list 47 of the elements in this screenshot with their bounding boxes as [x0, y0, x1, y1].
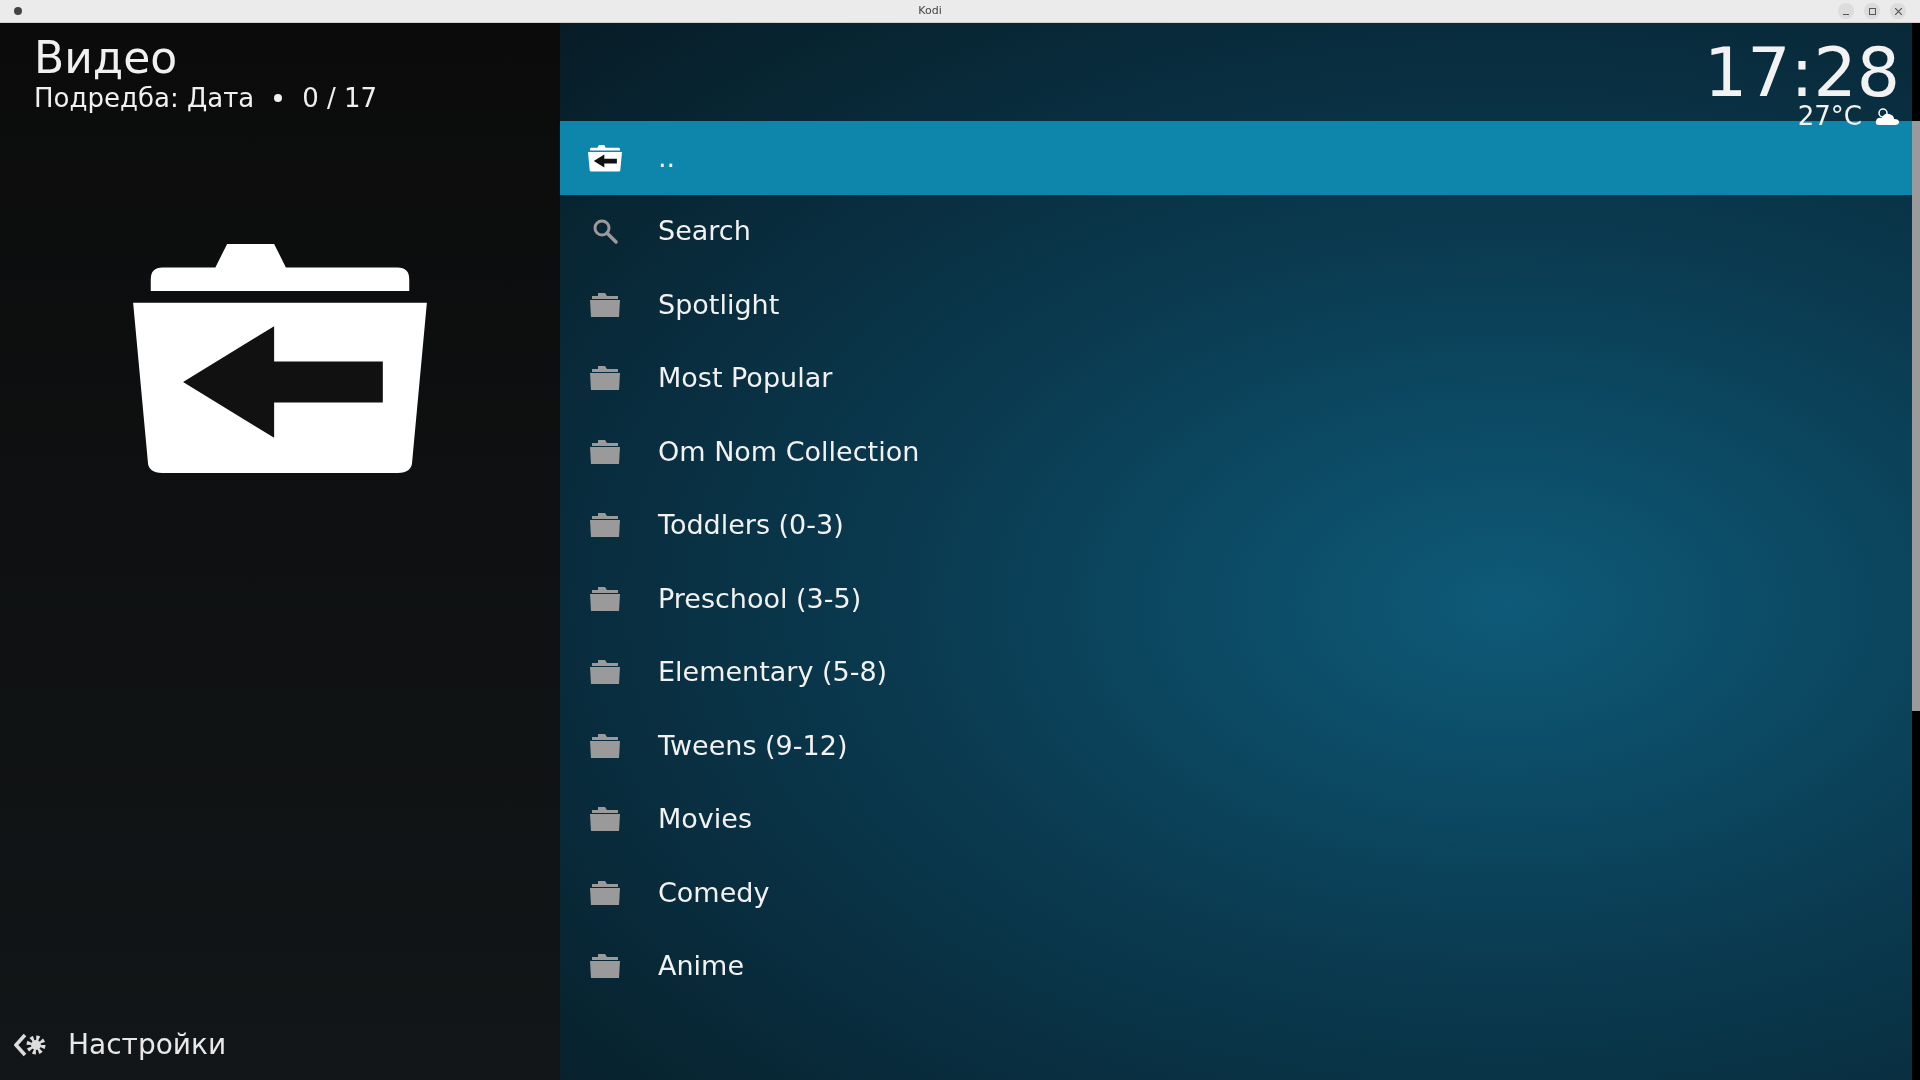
- close-button[interactable]: [1890, 3, 1906, 19]
- list-item[interactable]: Most Popular: [560, 341, 1912, 415]
- folder-icon: [590, 439, 620, 464]
- bullet-icon: [274, 94, 283, 102]
- sort-label: Подредба: Дата: [34, 83, 255, 113]
- folder-icon: [590, 807, 620, 832]
- list-item[interactable]: Spotlight: [560, 268, 1912, 342]
- list-item[interactable]: Comedy: [560, 856, 1912, 930]
- folder-icon: [590, 513, 620, 538]
- folder-icon: [590, 366, 620, 391]
- item-label: ..: [658, 140, 676, 175]
- maximize-button[interactable]: [1864, 3, 1880, 19]
- folder-icon: [590, 880, 620, 905]
- list-item[interactable]: Om Nom Collection: [560, 415, 1912, 489]
- folder-icon: [590, 586, 620, 611]
- folder-back-icon: [588, 143, 622, 172]
- item-label: Anime: [658, 949, 744, 983]
- window-title: Kodi: [918, 2, 942, 19]
- close-icon: [1894, 7, 1902, 15]
- folder-icon: [590, 954, 620, 979]
- window-menu-icon[interactable]: [14, 7, 22, 15]
- minimize-button[interactable]: [1838, 3, 1854, 19]
- list-item[interactable]: Preschool (3-5): [560, 562, 1912, 636]
- item-label: Tweens (9-12): [658, 728, 848, 763]
- list-item[interactable]: Anime: [560, 929, 1912, 1003]
- item-label: Spotlight: [658, 287, 780, 322]
- item-label: Preschool (3-5): [658, 581, 862, 616]
- item-label: Elementary (5-8): [658, 655, 888, 689]
- list-item[interactable]: Movies: [560, 782, 1912, 856]
- item-label: Movies: [658, 802, 752, 836]
- search-icon: [592, 218, 618, 245]
- folder-icon: [590, 733, 620, 758]
- item-label: Most Popular: [658, 361, 833, 395]
- list-item[interactable]: Elementary (5-8): [560, 635, 1912, 709]
- folder-icon: [590, 660, 620, 685]
- item-label: Comedy: [658, 875, 770, 910]
- folder-icon: [590, 292, 620, 317]
- settings-label[interactable]: Настройки: [68, 1024, 227, 1066]
- weather-icon: [1874, 105, 1900, 127]
- list-item[interactable]: Toddlers (0-3): [560, 488, 1912, 562]
- page-title: Видео: [34, 33, 179, 83]
- item-label: Search: [658, 214, 751, 248]
- item-label: Toddlers (0-3): [658, 508, 844, 542]
- item-label: Om Nom Collection: [658, 434, 920, 469]
- item-count: 0 / 17: [302, 83, 378, 113]
- list-item[interactable]: Search: [560, 194, 1912, 268]
- list-item[interactable]: Tweens (9-12): [560, 709, 1912, 783]
